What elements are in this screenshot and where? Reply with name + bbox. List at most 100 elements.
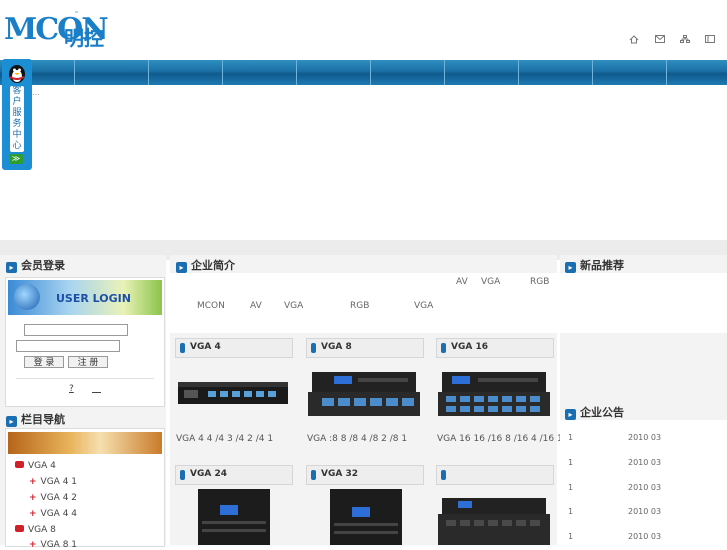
plus-icon: + [29, 509, 37, 519]
intro-text: MCON [197, 301, 225, 311]
product-caption: VGA :8 8 /8 4 /8 2 /8 1 [307, 434, 408, 444]
nav-divider [444, 60, 445, 85]
qq-penguin-icon [9, 65, 25, 83]
plus-icon: + [29, 493, 37, 503]
login-divider [16, 378, 154, 379]
category-nav-header: ▸ 栏目导航 [6, 413, 65, 427]
notice-item[interactable]: 1 [568, 433, 573, 442]
nav-subcategory-item[interactable]: + VGA 4 2 [29, 493, 77, 503]
nav-subcategory-item[interactable]: + VGA 4 4 [29, 509, 77, 519]
home-icon[interactable] [628, 35, 640, 45]
login-button[interactable]: 登 录 [24, 356, 64, 368]
new-products-box [560, 273, 727, 333]
main-nav-bar[interactable] [0, 60, 727, 85]
nav-divider [148, 60, 149, 85]
notice-date: 2010 03 [628, 483, 662, 492]
product-tag-icon [311, 343, 316, 353]
intro-text: RGB [350, 301, 370, 311]
notice-date: 2010 03 [628, 507, 662, 516]
product-tag-icon [180, 343, 185, 353]
link-underline [92, 392, 101, 393]
category-nav-title: 栏目导航 [21, 413, 65, 426]
product-tag-icon [180, 470, 185, 480]
category-badge-icon [15, 525, 24, 532]
notice-title: 企业公告 [580, 406, 624, 419]
arrow-right-icon: ▸ [565, 262, 576, 273]
register-button[interactable]: 注 册 [68, 356, 108, 368]
stray-text: ... [32, 88, 40, 97]
nav-category-item[interactable]: VGA 8 [15, 525, 56, 535]
product-caption: VGA 4 4 /4 3 /4 2 /4 1 [176, 434, 274, 444]
company-intro-header: ▸ 企业简介 [176, 259, 235, 273]
notice-date: 2010 03 [628, 532, 662, 541]
nav-banner-image [8, 432, 162, 454]
login-panel-header: ▸ 会员登录 [6, 259, 65, 273]
nav-divider [296, 60, 297, 85]
intro-text: AV [456, 277, 468, 287]
notice-item[interactable]: 1 [568, 483, 573, 492]
arrow-right-icon: ▸ [6, 416, 17, 427]
product-image-matrix-24[interactable] [196, 489, 272, 545]
product-title-bar[interactable]: VGA 4 [175, 338, 293, 358]
notice-header: ▸ 企业公告 [565, 406, 624, 420]
username-input[interactable] [24, 324, 128, 336]
nav-subcategory-item[interactable]: + VGA 4 1 [29, 477, 77, 487]
product-caption: VGA 16 16 /16 8 /16 4 /16 1 [437, 434, 563, 444]
product-tag-icon [441, 343, 446, 353]
intro-text: VGA [284, 301, 304, 311]
product-tag-icon [441, 470, 446, 480]
qq-service-label: 客户服务中心 [10, 86, 24, 152]
nav-divider [666, 60, 667, 85]
sitemap-icon[interactable] [679, 35, 691, 45]
product-tag-icon [311, 470, 316, 480]
notice-item[interactable]: 1 [568, 507, 573, 516]
logo-trademark: ™ [74, 11, 79, 17]
nav-category-item[interactable]: VGA 4 [15, 461, 56, 471]
product-image-matrix-rack[interactable] [438, 496, 550, 545]
intro-text: VGA [481, 277, 501, 287]
mail-icon[interactable] [654, 35, 666, 45]
nav-subcategory-item[interactable]: + VGA 8 1 [29, 540, 77, 550]
logo-chinese: 明控 [64, 26, 104, 50]
product-image-matrix-8[interactable] [308, 370, 420, 418]
product-title-bar[interactable]: VGA 24 [175, 465, 293, 485]
notice-date: 2010 03 [628, 458, 662, 467]
product-image-matrix-16[interactable] [438, 370, 550, 418]
new-products-header: ▸ 新品推荐 [565, 259, 624, 273]
notice-date: 2010 03 [628, 433, 662, 442]
product-image-matrix-4[interactable] [178, 376, 288, 410]
company-intro-title: 企业简介 [191, 259, 235, 272]
password-input[interactable] [16, 340, 120, 352]
product-title-bar[interactable]: VGA 8 [306, 338, 424, 358]
login-box: USER LOGIN 登 录 注 册 ? [5, 277, 165, 407]
intro-text: AV [250, 301, 262, 311]
product-title-bar[interactable]: VGA 32 [306, 465, 424, 485]
notice-item[interactable]: 1 [568, 458, 573, 467]
product-title-bar[interactable] [436, 465, 554, 485]
arrow-right-icon: ▸ [176, 262, 187, 273]
intro-text: RGB [530, 277, 550, 287]
category-badge-icon [15, 461, 24, 468]
notice-item[interactable]: 1 [568, 532, 573, 541]
forgot-password-link[interactable]: ? [69, 384, 74, 394]
bookmark-icon[interactable] [704, 35, 716, 45]
arrow-right-icon: ▸ [565, 409, 576, 420]
user-login-banner: USER LOGIN [8, 280, 162, 315]
plus-icon: + [29, 477, 37, 487]
nav-divider [592, 60, 593, 85]
globe-icon [14, 284, 40, 310]
expand-arrow-icon[interactable]: ≫ [9, 154, 23, 164]
nav-divider [222, 60, 223, 85]
nav-divider [518, 60, 519, 85]
site-logo[interactable]: MCON ™ 明控 [4, 8, 116, 52]
arrow-right-icon: ▸ [6, 262, 17, 273]
plus-icon: + [29, 540, 37, 550]
login-title: 会员登录 [21, 259, 65, 272]
nav-divider [370, 60, 371, 85]
intro-text: VGA [414, 301, 434, 311]
product-image-matrix-32[interactable] [328, 489, 404, 545]
new-products-title: 新品推荐 [580, 259, 624, 272]
nav-divider [74, 60, 75, 85]
user-login-label: USER LOGIN [56, 292, 131, 305]
product-title-bar[interactable]: VGA 16 [436, 338, 554, 358]
